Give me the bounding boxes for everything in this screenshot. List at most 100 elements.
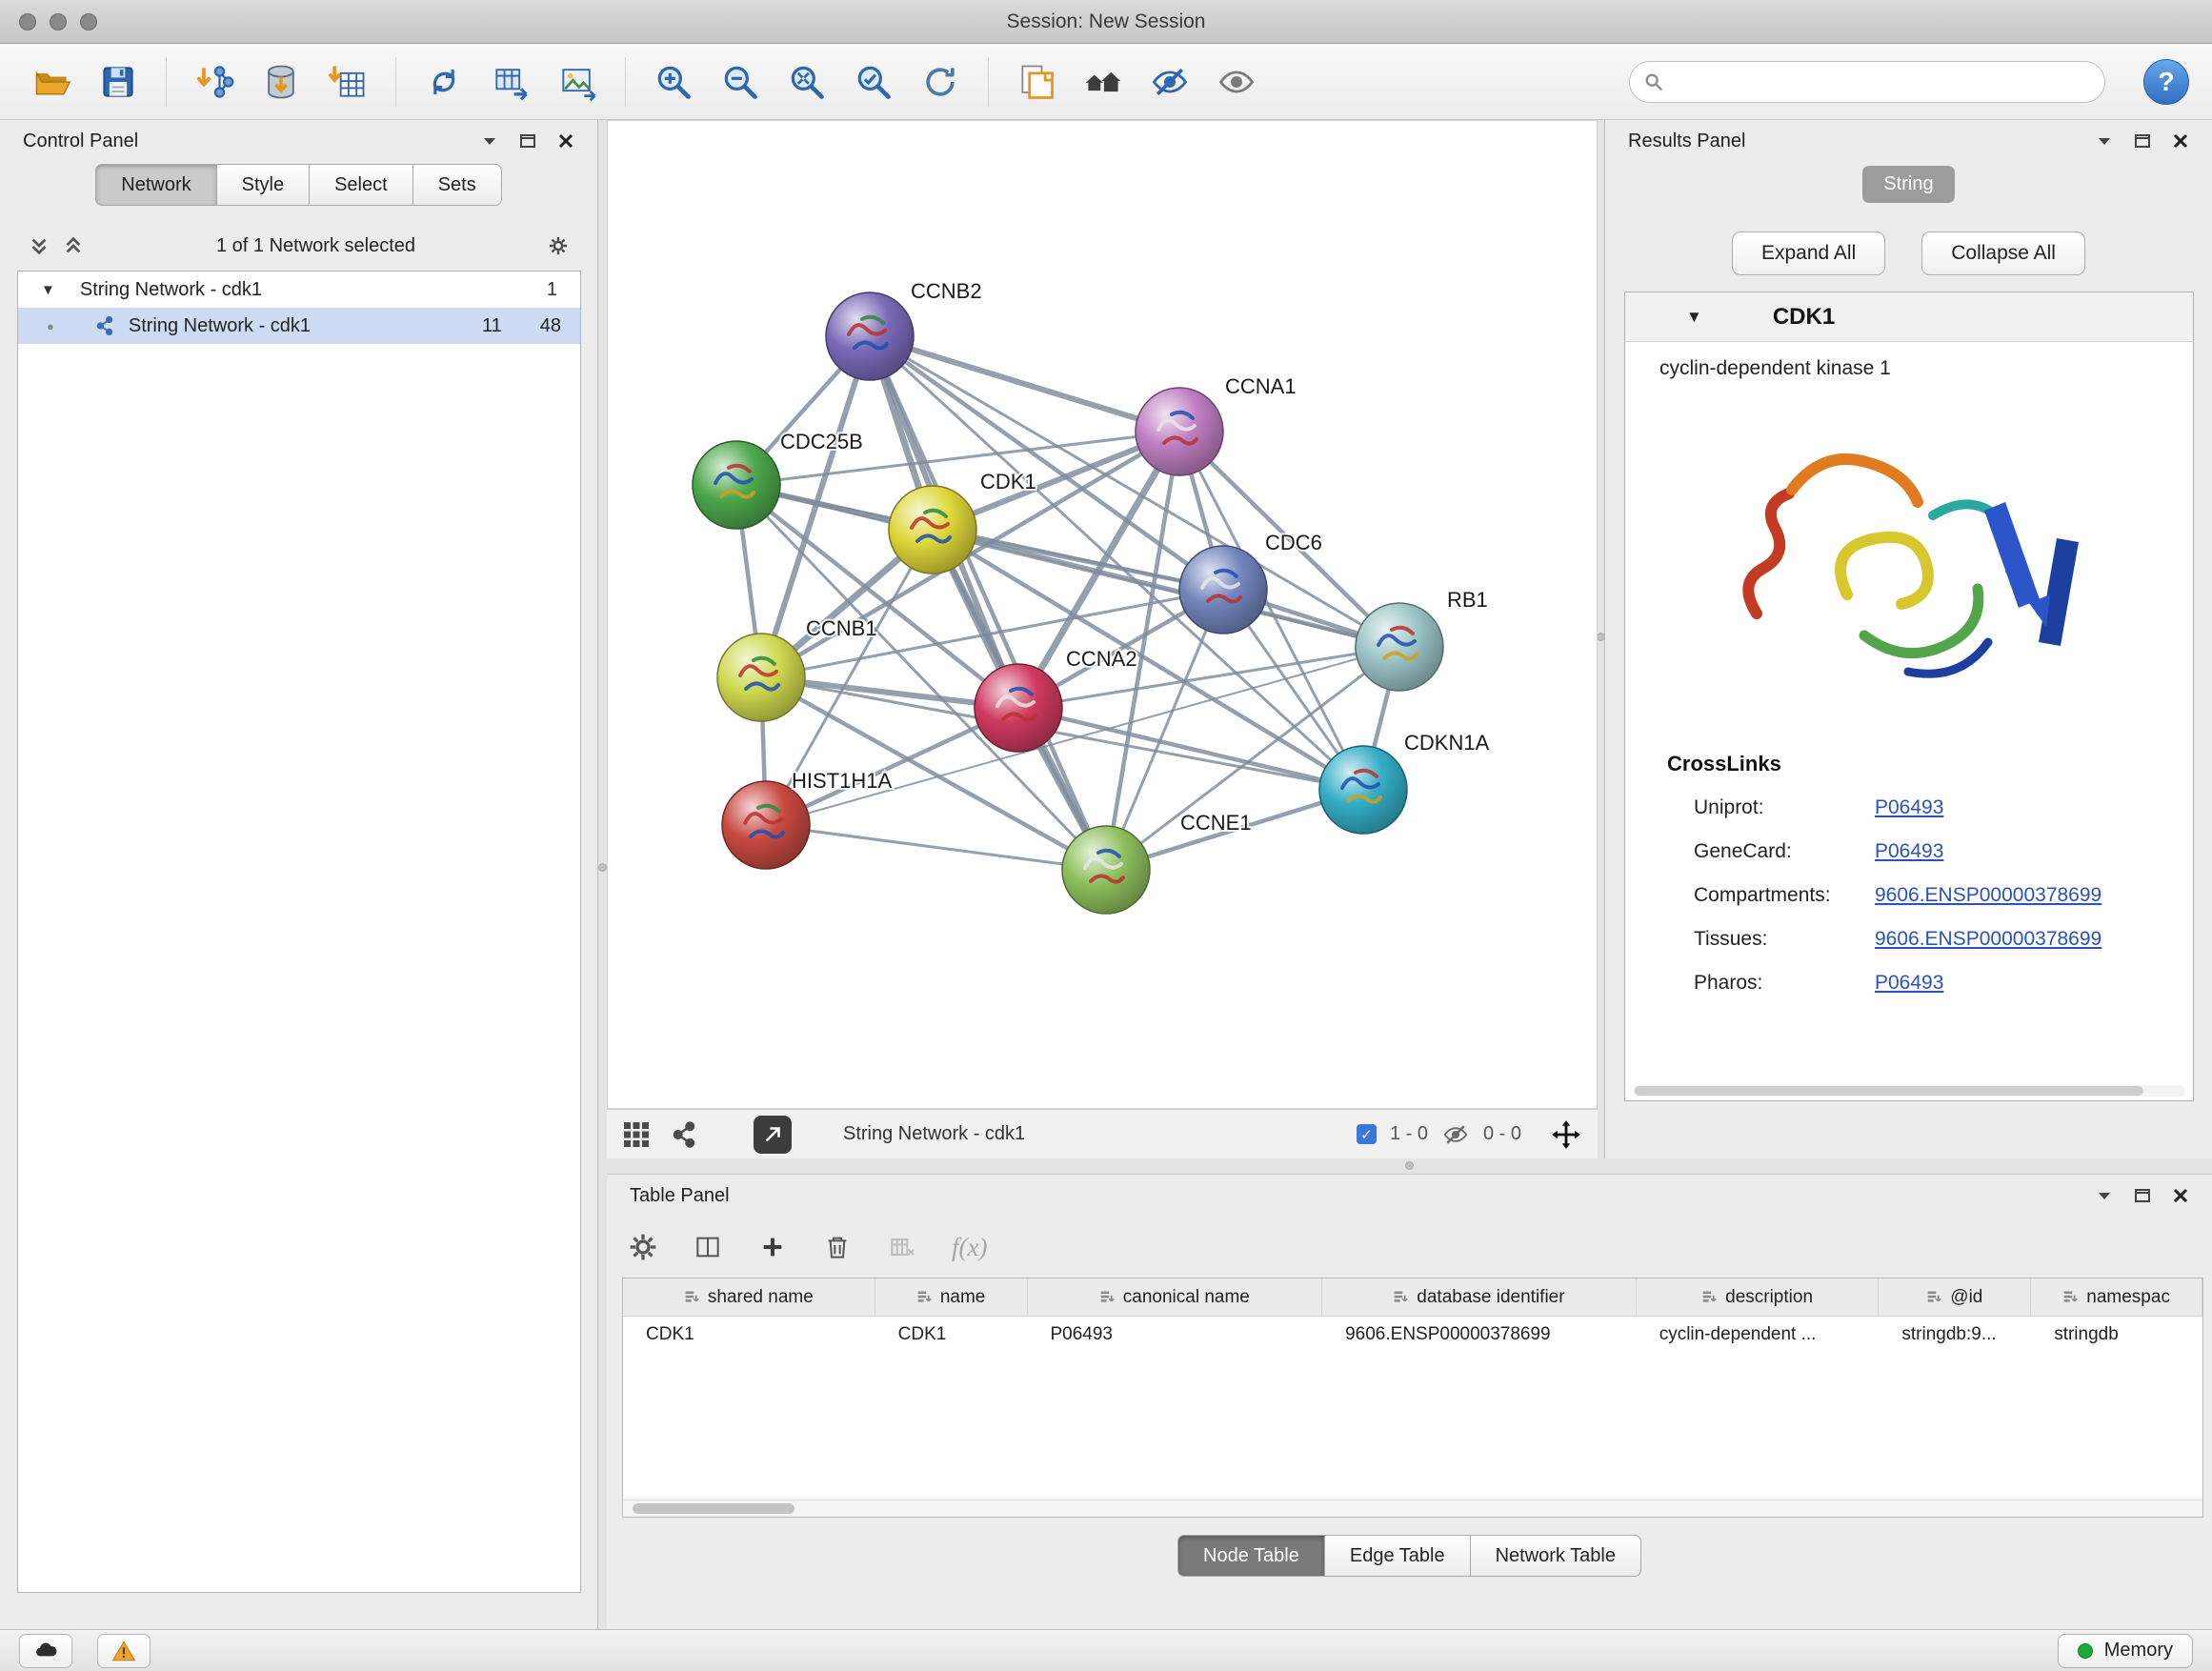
detach-view-button[interactable]: [754, 1116, 792, 1154]
panel-float-icon[interactable]: [2134, 132, 2151, 150]
column-header-namespac[interactable]: namespac: [2031, 1278, 2202, 1316]
network-node-rb1[interactable]: [1356, 603, 1443, 691]
network-edge[interactable]: [766, 825, 1106, 870]
copy-style-button[interactable]: [1010, 54, 1063, 110]
tab-select[interactable]: Select: [309, 164, 413, 206]
import-network-from-database-button[interactable]: [254, 54, 308, 110]
network-collection-row[interactable]: ▼ String Network - cdk1 1: [18, 272, 580, 308]
network-node-cdkn1a[interactable]: [1319, 746, 1407, 834]
zoom-in-button[interactable]: [647, 54, 700, 110]
panel-menu-icon[interactable]: [2096, 1187, 2113, 1204]
table-horizontal-scrollbar[interactable]: [623, 1500, 2202, 1517]
tree-expanded-icon[interactable]: ▼: [41, 282, 55, 298]
tab-style[interactable]: Style: [216, 164, 310, 206]
collapse-all-button[interactable]: Collapse All: [1921, 232, 2085, 275]
network-view-mode-button[interactable]: [670, 1120, 698, 1149]
panel-float-icon[interactable]: [2134, 1187, 2151, 1204]
warnings-button[interactable]: [97, 1634, 151, 1668]
tab-edge-table[interactable]: Edge Table: [1324, 1535, 1471, 1577]
splitter-right[interactable]: [1598, 120, 1604, 1158]
open-session-button[interactable]: [25, 54, 78, 110]
panel-menu-icon[interactable]: [481, 132, 498, 150]
table-cell[interactable]: CDK1: [623, 1317, 875, 1353]
section-collapse-icon[interactable]: ▼: [1686, 308, 1702, 327]
splitter-handle[interactable]: [598, 863, 607, 872]
table-cell[interactable]: stringdb: [2031, 1317, 2202, 1353]
add-column-button[interactable]: [757, 1232, 788, 1262]
expand-all-button[interactable]: Expand All: [1732, 232, 1885, 275]
network-node-cdk1[interactable]: [889, 486, 976, 574]
table-cell[interactable]: P06493: [1027, 1317, 1322, 1353]
clone-network-button[interactable]: [417, 54, 471, 110]
hide-graphics-details-button[interactable]: [1143, 54, 1196, 110]
delete-table-button-disabled[interactable]: [887, 1232, 917, 1262]
table-data-row[interactable]: CDK1CDK1P064939606.ENSP00000378699cyclin…: [623, 1317, 2202, 1353]
crosslink-value-link[interactable]: P06493: [1875, 840, 1943, 863]
table-cell[interactable]: cyclin-dependent ...: [1637, 1317, 1880, 1353]
column-header-database-identifier[interactable]: database identifier: [1322, 1278, 1637, 1316]
column-header-description[interactable]: description: [1637, 1278, 1880, 1316]
collapse-all-icon[interactable]: [29, 235, 50, 256]
tab-string[interactable]: String: [1862, 166, 1954, 203]
zoom-selected-button[interactable]: [847, 54, 900, 110]
crosslink-value-link[interactable]: P06493: [1875, 796, 1943, 819]
refresh-layout-button[interactable]: [914, 54, 967, 110]
memory-button[interactable]: Memory: [2058, 1634, 2193, 1668]
column-header-name[interactable]: name: [875, 1278, 1028, 1316]
import-network-from-file-button[interactable]: [188, 54, 241, 110]
show-graphics-details-button[interactable]: [1210, 54, 1263, 110]
network-graph[interactable]: CCNB2CCNA1CDC25BCDK1CDC6RB1CCNB1CCNA2CDK…: [608, 121, 1597, 1108]
tab-sets[interactable]: Sets: [412, 164, 502, 206]
results-horizontal-scrollbar[interactable]: [1633, 1085, 2185, 1097]
network-node-cdc6[interactable]: [1179, 546, 1267, 634]
scrollbar-thumb[interactable]: [633, 1503, 794, 1514]
birdseye-view-button[interactable]: [1076, 54, 1130, 110]
export-image-button[interactable]: [551, 54, 604, 110]
network-from-table-button[interactable]: [484, 54, 537, 110]
tab-network-table[interactable]: Network Table: [1470, 1535, 1641, 1577]
crosslink-value-link[interactable]: 9606.ENSP00000378699: [1875, 928, 2101, 951]
gene-section-header[interactable]: ▼ CDK1: [1625, 292, 2193, 342]
panel-menu-icon[interactable]: [2096, 132, 2113, 150]
column-header-canonical-name[interactable]: canonical name: [1028, 1278, 1323, 1316]
table-cell[interactable]: 9606.ENSP00000378699: [1322, 1317, 1637, 1353]
search-input[interactable]: [1674, 70, 2091, 92]
splitter-handle[interactable]: [1405, 1161, 1414, 1170]
table-settings-button[interactable]: [628, 1232, 658, 1262]
zoom-out-button[interactable]: [714, 54, 767, 110]
table-cell[interactable]: stringdb:9...: [1879, 1317, 2031, 1353]
crosslink-value-link[interactable]: 9606.ENSP00000378699: [1875, 884, 2101, 907]
panel-float-icon[interactable]: [519, 132, 536, 150]
delete-column-button[interactable]: [822, 1232, 853, 1262]
network-node-ccnb2[interactable]: [826, 292, 914, 380]
panel-close-icon[interactable]: [2172, 1187, 2189, 1204]
splitter-left[interactable]: [598, 120, 607, 1629]
tab-network[interactable]: Network: [95, 164, 216, 206]
pan-navigator-icon[interactable]: [1550, 1118, 1582, 1151]
network-node-ccna2[interactable]: [975, 664, 1062, 752]
column-header-shared-name[interactable]: shared name: [623, 1278, 875, 1316]
network-node-ccna1[interactable]: [1136, 388, 1223, 475]
zoom-fit-button[interactable]: [780, 54, 834, 110]
function-builder-button-disabled[interactable]: f(x): [952, 1233, 987, 1262]
network-node-cdc25b[interactable]: [693, 441, 780, 529]
network-node-ccne1[interactable]: [1062, 826, 1150, 914]
splitter-bottom[interactable]: [607, 1158, 2212, 1174]
column-header--id[interactable]: @id: [1879, 1278, 2031, 1316]
network-node-hist1h1a[interactable]: [722, 781, 810, 869]
network-node-ccnb1[interactable]: [717, 634, 805, 721]
tab-node-table[interactable]: Node Table: [1177, 1535, 1325, 1577]
import-table-from-file-button[interactable]: [321, 54, 374, 110]
network-canvas[interactable]: CCNB2CCNA1CDC25BCDK1CDC6RB1CCNB1CCNA2CDK…: [607, 120, 1598, 1109]
selected-nodes-checkbox[interactable]: ✓: [1357, 1124, 1377, 1144]
gear-icon[interactable]: [548, 235, 569, 256]
show-columns-button[interactable]: [693, 1232, 723, 1262]
table-cell[interactable]: CDK1: [875, 1317, 1028, 1353]
network-edge[interactable]: [870, 336, 1179, 432]
save-session-button[interactable]: [91, 54, 145, 110]
panel-close-icon[interactable]: [2172, 132, 2189, 150]
panel-close-icon[interactable]: [557, 132, 574, 150]
cloud-button[interactable]: [19, 1634, 72, 1668]
help-button[interactable]: ?: [2143, 59, 2189, 105]
network-edge[interactable]: [1018, 708, 1363, 790]
